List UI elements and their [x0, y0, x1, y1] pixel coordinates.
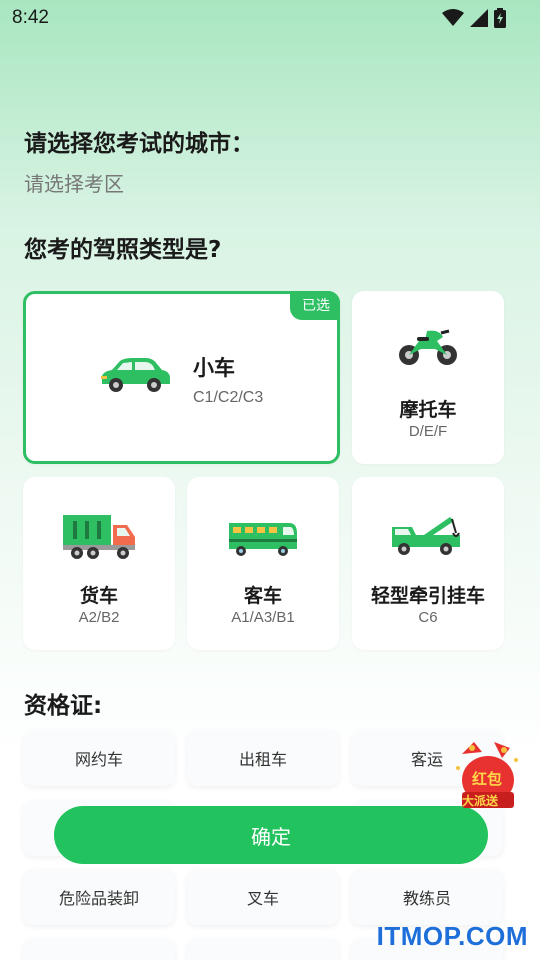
status-bar: 8:42 — [0, 0, 540, 36]
exam-area-select[interactable]: 请选择考区 — [24, 168, 124, 197]
license-card-car-label: 小车 — [193, 356, 235, 380]
motorcycle-icon — [397, 327, 459, 371]
license-card-motorcycle[interactable]: 摩托车 D/E/F — [352, 291, 504, 464]
license-card-truck-codes: A2/B2 — [78, 609, 120, 626]
license-card-tow-trailer[interactable]: 轻型牵引挂车 C6 — [352, 477, 504, 650]
status-icons — [442, 8, 506, 28]
license-card-tow-trailer-label: 轻型牵引挂车 — [370, 585, 485, 607]
city-heading: 请选择您考试的城市： — [24, 131, 254, 157]
qualification-heading: 资格证: — [24, 693, 103, 719]
car-icon — [98, 356, 172, 400]
license-card-motorcycle-codes: D/E/F — [408, 423, 448, 440]
status-time: 8:42 — [12, 7, 49, 28]
qualification-chip-forklift[interactable]: 叉车 — [187, 869, 339, 925]
confirm-button[interactable]: 确定 — [54, 806, 488, 864]
license-card-motorcycle-label: 摩托车 — [399, 399, 457, 421]
license-card-truck-label: 货车 — [79, 585, 118, 607]
cellular-signal-icon — [470, 9, 488, 27]
red-packet-promo-button[interactable]: 红包 大派送 — [452, 738, 524, 812]
tow-truck-icon — [390, 513, 464, 561]
license-card-car-codes: C1/C2/C3 — [193, 389, 264, 406]
promo-line-1: 红包 — [472, 770, 503, 788]
watermark: ITMOP.COM — [376, 921, 528, 951]
promo-line-2: 大派送 — [462, 794, 499, 808]
qualification-chip-partial-2[interactable] — [187, 938, 339, 960]
license-heading: 您考的驾照类型是? — [24, 237, 222, 263]
license-card-bus-label: 客车 — [243, 585, 282, 607]
license-card-tow-trailer-codes: C6 — [418, 609, 438, 626]
license-card-truck[interactable]: 货车 A2/B2 — [23, 477, 175, 650]
qualification-chip-partial[interactable] — [23, 938, 175, 960]
license-card-car[interactable]: 已选 小车 C1/C2/C3 — [23, 291, 340, 464]
license-card-bus-codes: A1/A3/B1 — [231, 609, 295, 626]
qualification-chip-ride-hailing[interactable]: 网约车 — [23, 730, 175, 786]
qualification-chip-dangerous-goods[interactable]: 危险品装卸 — [23, 869, 175, 925]
selected-badge: 已选 — [290, 291, 340, 320]
wifi-icon — [442, 9, 464, 26]
license-card-bus[interactable]: 客车 A1/A3/B1 — [187, 477, 339, 650]
qualification-chip-taxi[interactable]: 出租车 — [187, 730, 339, 786]
battery-icon — [494, 8, 506, 28]
qualification-chip-instructor[interactable]: 教练员 — [351, 869, 503, 925]
truck-icon — [63, 513, 137, 565]
bus-icon — [227, 521, 299, 561]
